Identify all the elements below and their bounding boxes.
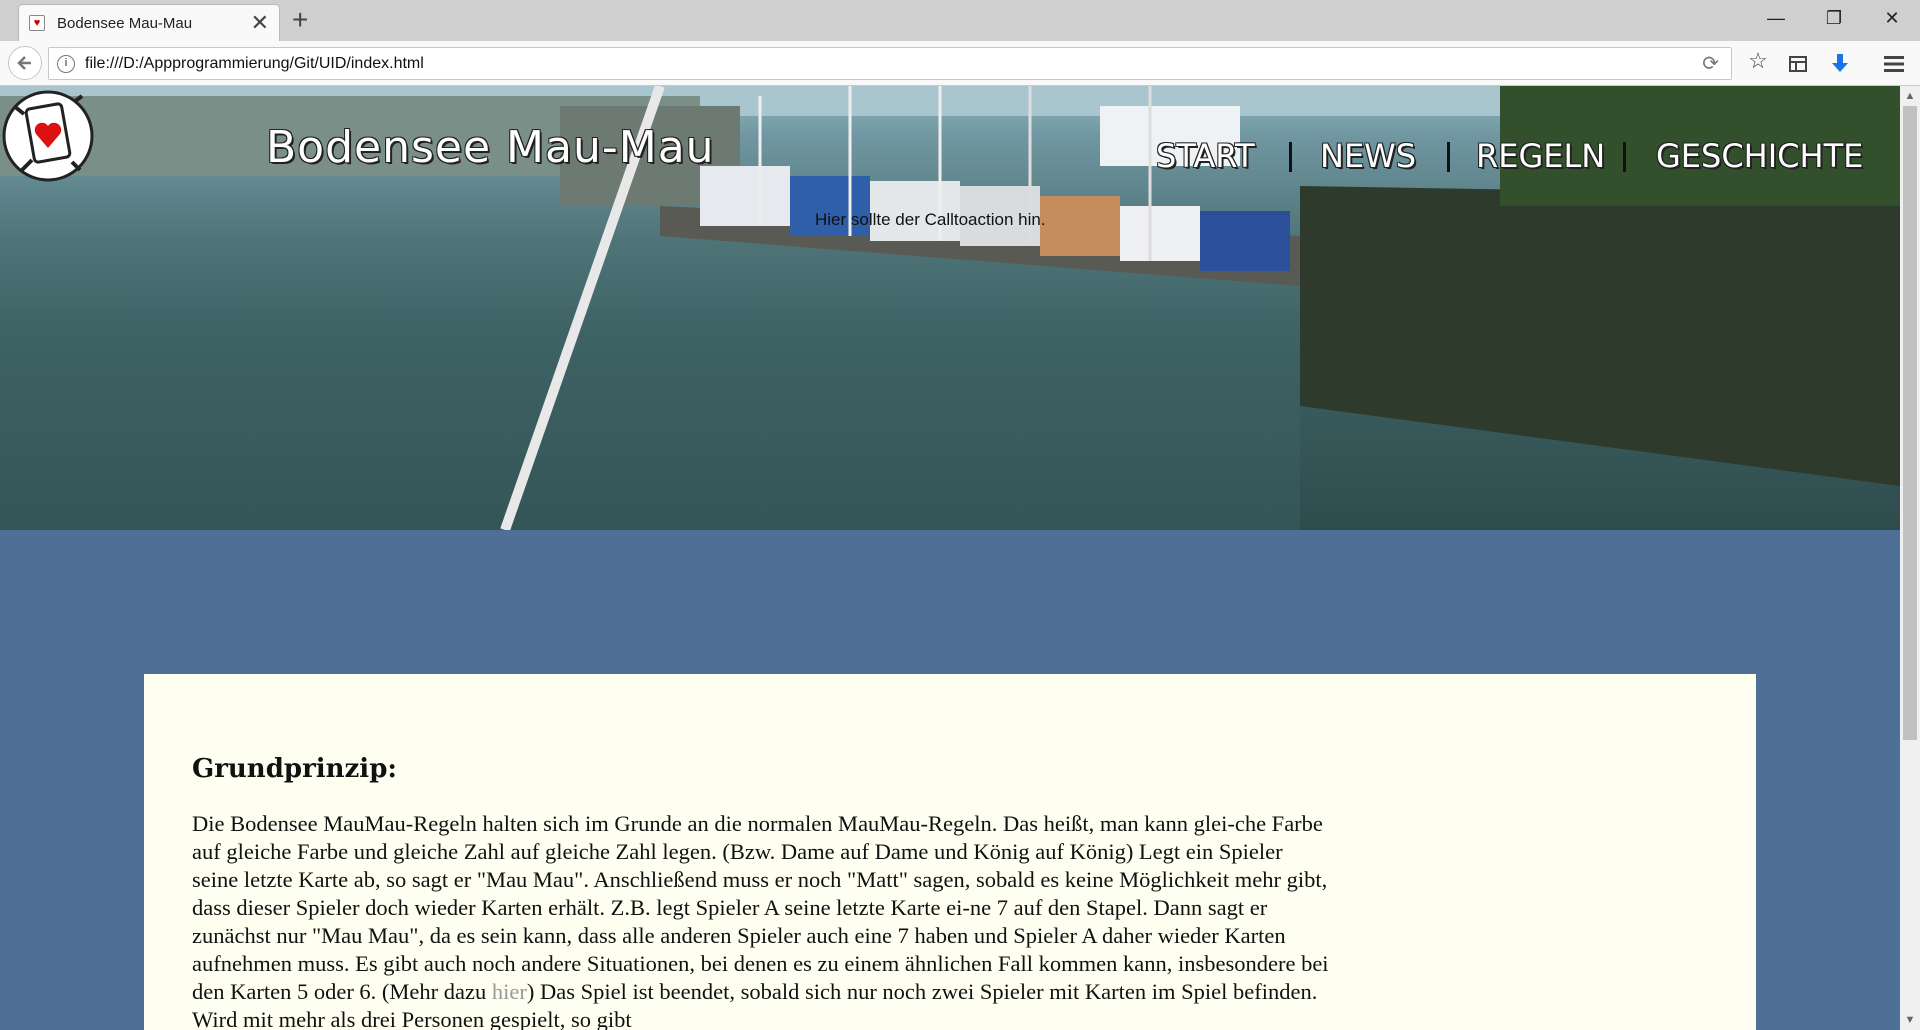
page-viewport: Bodensee Mau-Mau START NEWS REGELN GESCH…	[0, 86, 1900, 1030]
close-tab-icon[interactable]: ✕	[251, 12, 269, 34]
call-to-action-text: Hier sollte der Calltoaction hin.	[815, 210, 1046, 229]
new-tab-button[interactable]: +	[292, 6, 308, 34]
nav-separator	[1289, 142, 1292, 172]
tab-title: Bodensee Mau-Mau	[57, 14, 193, 32]
playing-card-logo-icon	[2, 90, 94, 182]
nav-geschichte[interactable]: GESCHICHTE	[1656, 136, 1863, 176]
browser-tab-bar: ♥ Bodensee Mau-Mau ✕ + — ❐ ✕	[0, 0, 1920, 41]
site-title[interactable]: Bodensee Mau-Mau	[266, 122, 715, 173]
reader-icon[interactable]	[1782, 48, 1814, 80]
nav-start[interactable]: START	[1156, 136, 1255, 176]
nav-separator	[1447, 142, 1450, 172]
hamburger-menu-icon[interactable]	[1878, 48, 1910, 79]
nav-regeln[interactable]: REGELN	[1476, 136, 1605, 176]
star-icon[interactable]: ☆	[1742, 48, 1774, 74]
restore-window-button[interactable]: ❐	[1814, 2, 1854, 34]
nav-news[interactable]: NEWS	[1320, 136, 1416, 176]
paragraph-text-part-1: Die Bodensee MauMau-Regeln halten sich i…	[192, 811, 1329, 1004]
nav-separator	[1623, 142, 1626, 172]
vertical-scrollbar[interactable]: ▲ ▼	[1900, 86, 1920, 1030]
download-icon[interactable]	[1824, 48, 1856, 81]
card-favicon-icon: ♥	[29, 15, 45, 31]
hero-image: Bodensee Mau-Mau START NEWS REGELN GESCH…	[0, 86, 1900, 530]
browser-toolbar: i file:///D:/Appprogrammierung/Git/UID/i…	[0, 41, 1920, 86]
nav-regeln-label[interactable]: REGELN	[1476, 137, 1605, 175]
nav-news-label[interactable]: NEWS	[1320, 137, 1416, 175]
scrollbar-thumb[interactable]	[1903, 106, 1917, 740]
minimize-window-button[interactable]: —	[1756, 2, 1796, 34]
more-info-link[interactable]: hier	[492, 979, 527, 1004]
info-icon[interactable]: i	[57, 54, 75, 73]
nav-geschichte-label[interactable]: GESCHICHTE	[1656, 137, 1863, 175]
nav-start-label[interactable]: START	[1156, 137, 1255, 175]
close-window-button[interactable]: ✕	[1872, 2, 1912, 34]
section-heading: Grundprinzip:	[192, 754, 397, 784]
browser-tab[interactable]: ♥ Bodensee Mau-Mau ✕	[18, 4, 280, 41]
address-bar[interactable]: i file:///D:/Appprogrammierung/Git/UID/i…	[48, 47, 1732, 80]
scroll-up-arrow-icon[interactable]: ▲	[1900, 86, 1920, 106]
reload-icon[interactable]: ⟳	[1702, 51, 1719, 76]
rules-paragraph: Die Bodensee MauMau-Regeln halten sich i…	[192, 810, 1332, 1030]
url-text[interactable]: file:///D:/Appprogrammierung/Git/UID/ind…	[85, 55, 1702, 73]
back-arrow-icon[interactable]	[8, 46, 42, 80]
scroll-down-arrow-icon[interactable]: ▼	[1900, 1010, 1920, 1030]
content-card: Grundprinzip: Die Bodensee MauMau-Regeln…	[144, 674, 1756, 1030]
